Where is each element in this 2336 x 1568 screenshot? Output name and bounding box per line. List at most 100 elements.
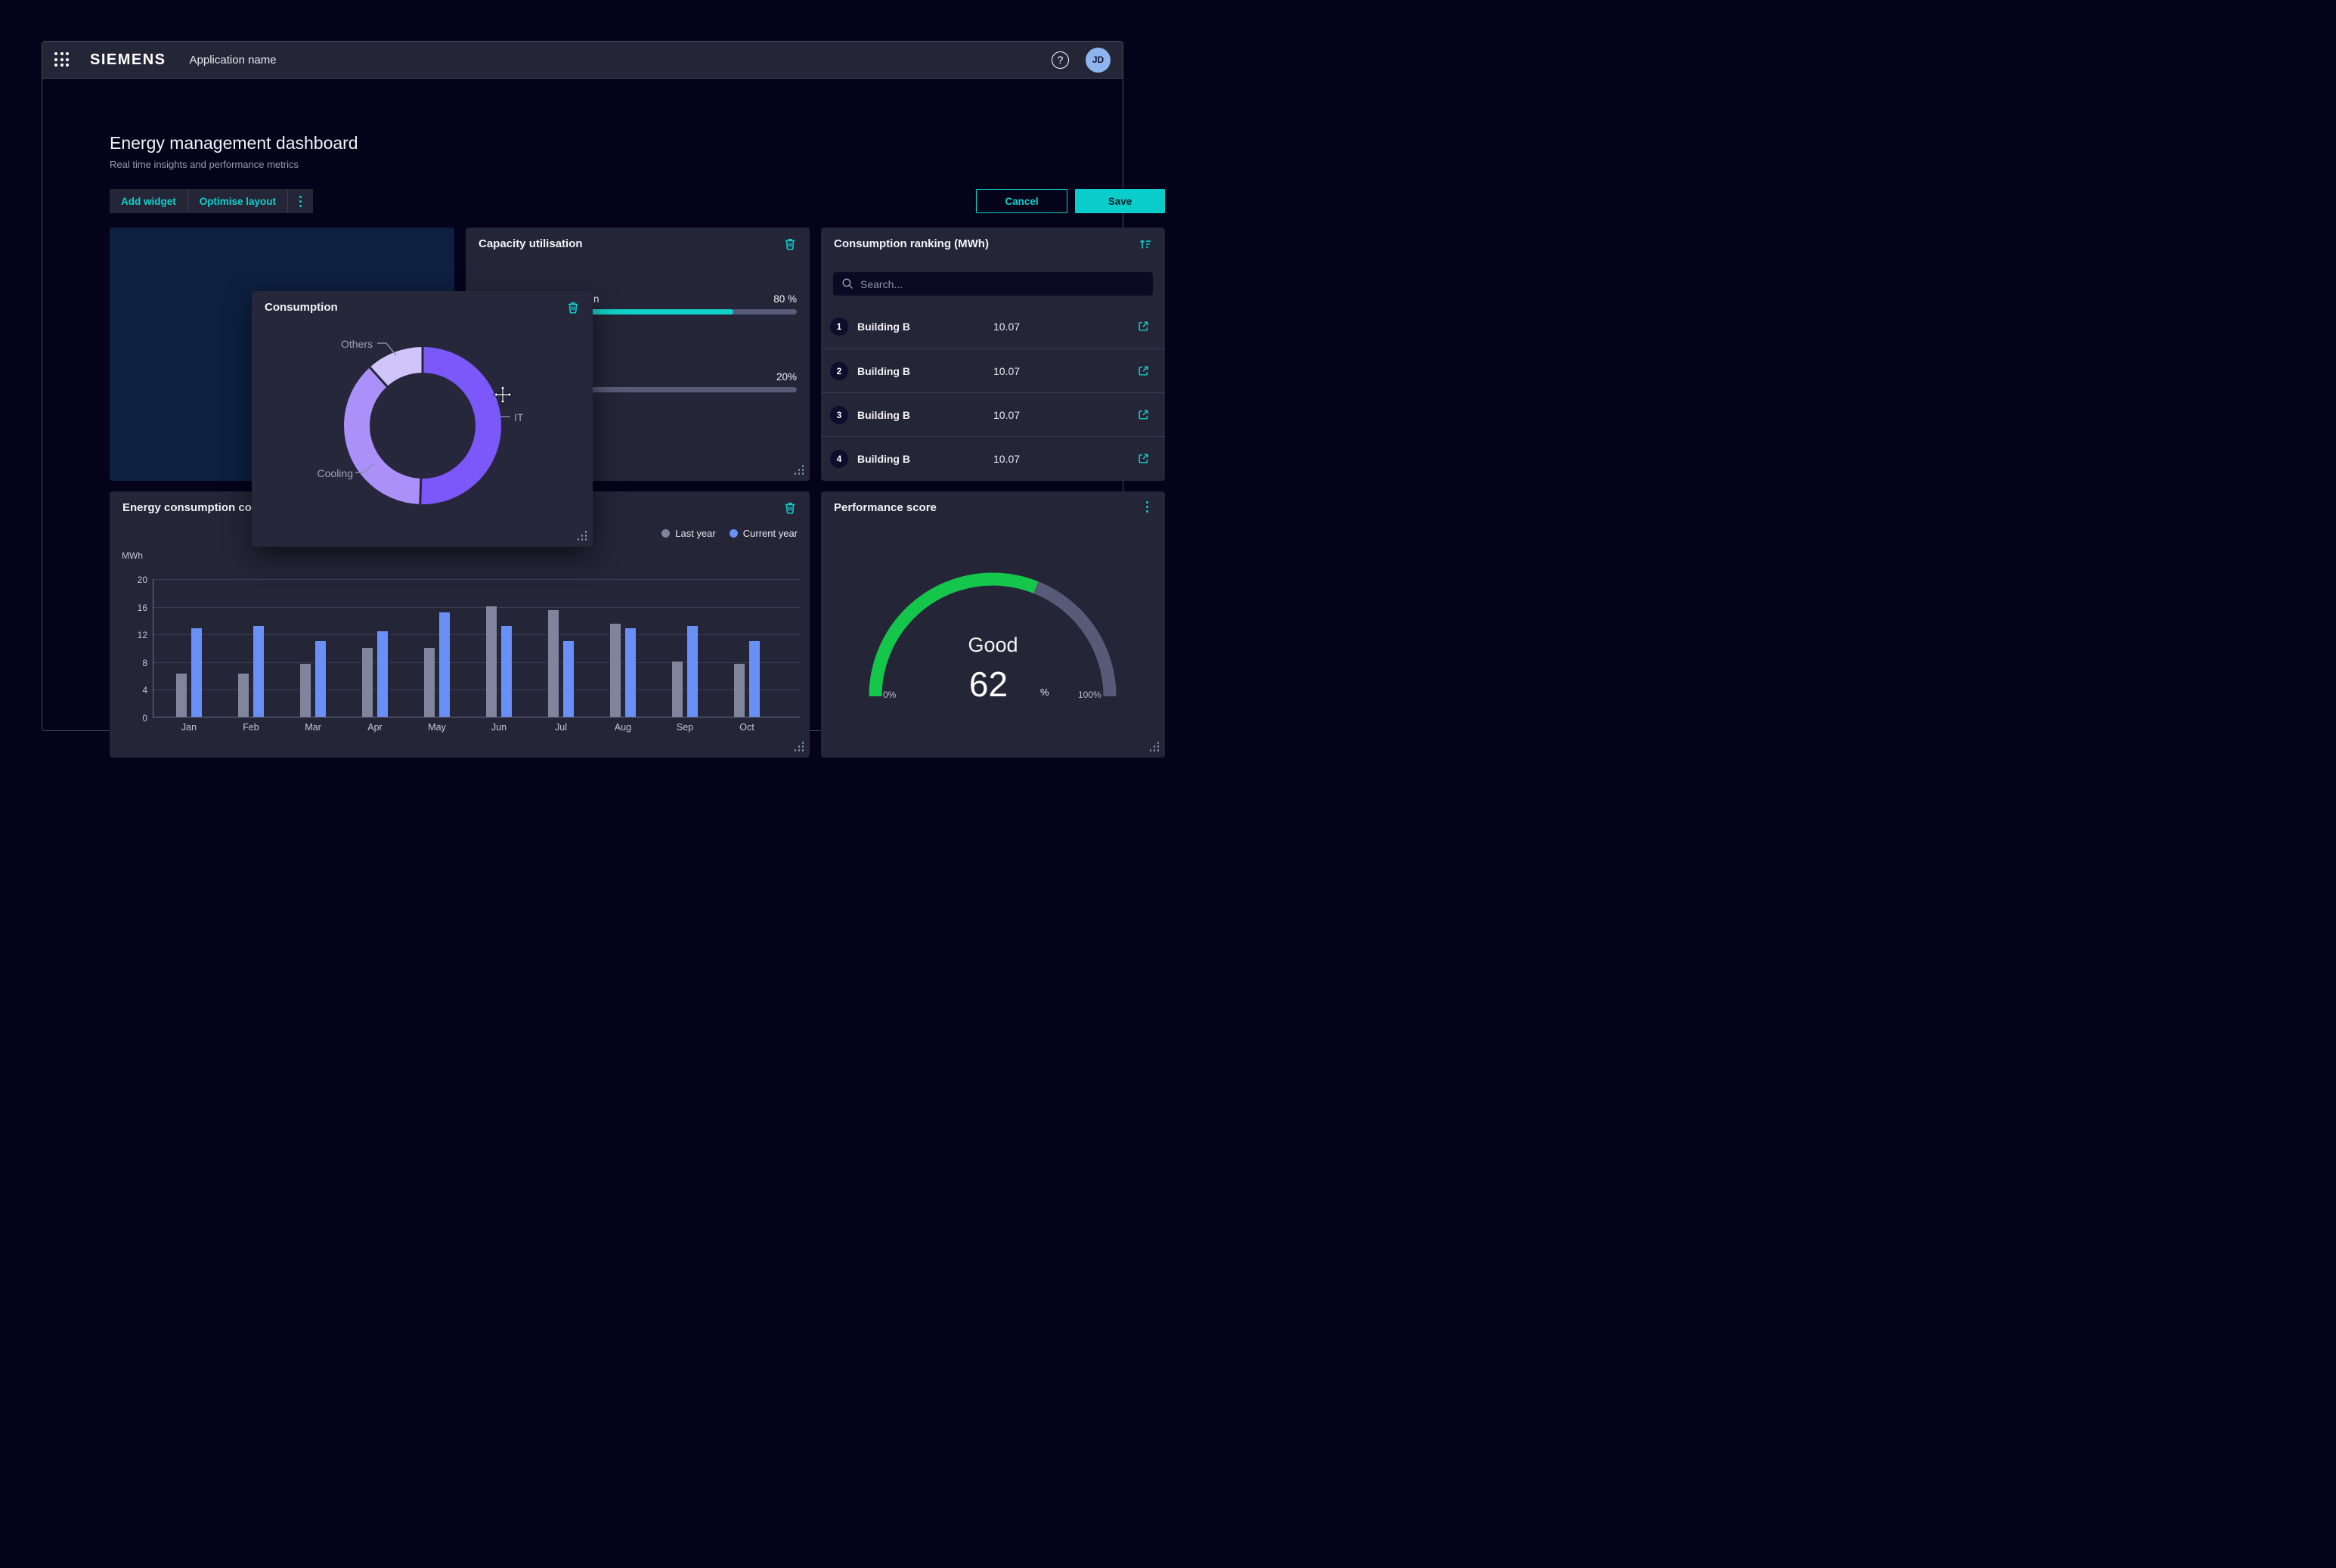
add-widget-button[interactable]: Add widget — [110, 189, 187, 213]
donut-chart — [324, 327, 521, 524]
ranking-list: 1Building B10.072Building B10.073Buildin… — [821, 305, 1165, 480]
bar — [191, 628, 202, 717]
donut-label-it: IT — [514, 411, 523, 423]
rank-badge: 4 — [830, 450, 848, 468]
bar — [563, 641, 574, 717]
progress-value: 20% — [776, 371, 797, 383]
avatar[interactable]: JD — [1086, 48, 1111, 73]
delete-widget-button[interactable] — [783, 237, 797, 251]
bar — [300, 664, 311, 717]
gauge-unit: % — [1040, 686, 1049, 698]
bar — [672, 662, 683, 717]
bar — [424, 648, 435, 717]
consumption-value: 10.07 — [993, 365, 1020, 377]
widget-menu-button[interactable] — [1146, 501, 1152, 515]
building-name: Building B — [857, 321, 910, 333]
x-tick-label: Jun — [476, 722, 522, 733]
bar — [377, 631, 388, 717]
legend-label: Last year — [675, 528, 715, 539]
resize-handle[interactable] — [1148, 742, 1159, 752]
table-row: 4Building B10.07 — [821, 436, 1165, 480]
y-tick-label: 0 — [123, 713, 147, 724]
app-launcher-icon[interactable] — [54, 52, 70, 67]
optimise-layout-button[interactable]: Optimise layout — [187, 189, 287, 213]
trash-icon — [783, 501, 797, 515]
save-button[interactable]: Save — [1075, 189, 1165, 213]
callout-line — [500, 415, 512, 418]
progress-label-fragment: n — [593, 293, 599, 305]
donut-label-others: Others — [341, 338, 373, 350]
more-options-button[interactable] — [287, 189, 313, 213]
resize-handle[interactable] — [576, 531, 587, 541]
bar — [687, 626, 698, 717]
table-row: 2Building B10.07 — [821, 349, 1165, 392]
gauge-status: Good — [821, 634, 1165, 657]
bar — [501, 626, 512, 717]
search-box — [833, 272, 1153, 296]
delete-widget-button[interactable] — [566, 301, 580, 315]
trash-icon — [566, 301, 580, 315]
x-tick-label: Jan — [166, 722, 212, 733]
bar — [315, 641, 326, 717]
legend-item[interactable]: Last year — [661, 528, 715, 539]
legend-item[interactable]: Current year — [730, 528, 798, 539]
legend-label: Current year — [743, 528, 798, 539]
open-external-button[interactable] — [1137, 320, 1150, 333]
page-title: Energy management dashboard — [110, 133, 358, 153]
donut-label-cooling: Cooling — [318, 467, 353, 479]
x-tick-label: Aug — [600, 722, 646, 733]
x-tick-label: Jul — [538, 722, 584, 733]
building-name: Building B — [857, 453, 910, 465]
consumption-value: 10.07 — [993, 409, 1020, 421]
gridline — [153, 689, 800, 690]
open-external-button[interactable] — [1137, 452, 1150, 465]
sort-ascending-icon — [1139, 237, 1153, 251]
open-external-button[interactable] — [1137, 364, 1150, 377]
bar — [486, 606, 497, 717]
external-link-icon — [1137, 408, 1150, 421]
gauge-score: 62 — [821, 664, 1156, 705]
search-icon — [841, 277, 854, 290]
legend-dot — [661, 529, 670, 538]
building-name: Building B — [857, 365, 910, 377]
performance-score-widget: Performance score Good 62 % 0% 100% — [821, 491, 1165, 758]
consumption-widget-dragging[interactable]: Consumption Others IT Cooling — [252, 291, 593, 547]
cancel-button[interactable]: Cancel — [976, 189, 1067, 213]
help-icon[interactable]: ? — [1052, 51, 1069, 69]
table-row: 3Building B10.07 — [821, 392, 1165, 436]
widget-title: Consumption — [265, 301, 338, 314]
app-window: SIEMENS Application name ? JD Energy man… — [42, 41, 1123, 731]
rank-badge: 1 — [830, 318, 848, 336]
gridline — [153, 607, 800, 608]
bar — [749, 641, 760, 717]
open-external-button[interactable] — [1137, 408, 1150, 421]
external-link-icon — [1137, 364, 1150, 377]
search-input[interactable] — [833, 272, 1153, 296]
page-subtitle: Real time insights and performance metri… — [110, 159, 299, 170]
bar — [734, 664, 745, 717]
resize-handle[interactable] — [793, 742, 804, 752]
callout-line — [376, 341, 399, 358]
progress-value: 80 % — [773, 293, 797, 305]
y-tick-label: 4 — [123, 685, 147, 696]
resize-handle[interactable] — [793, 465, 804, 476]
trash-icon — [783, 237, 797, 251]
consumption-ranking-widget: Consumption ranking (MWh) 1 Building B 10.… — [821, 228, 1165, 481]
kebab-icon — [299, 196, 302, 207]
sort-button[interactable] — [1139, 237, 1152, 251]
bar — [253, 626, 264, 717]
widget-title: Consumption ranking (MWh) — [834, 237, 989, 250]
bar — [362, 648, 373, 717]
bar-chart: 048121620JanFebMarAprMayJunJulAugSepOct — [153, 579, 800, 717]
edit-toolbar: Add widget Optimise layout — [110, 189, 313, 213]
x-tick-label: May — [414, 722, 460, 733]
callout-line — [355, 462, 376, 474]
top-bar: SIEMENS Application name ? JD — [42, 42, 1123, 79]
bar — [238, 674, 249, 717]
rank-badge: 3 — [830, 406, 848, 424]
consumption-value: 10.07 — [993, 321, 1020, 333]
siemens-logo: SIEMENS — [90, 51, 166, 69]
legend-dot — [730, 529, 738, 538]
bar — [176, 674, 187, 717]
delete-widget-button[interactable] — [783, 501, 797, 515]
